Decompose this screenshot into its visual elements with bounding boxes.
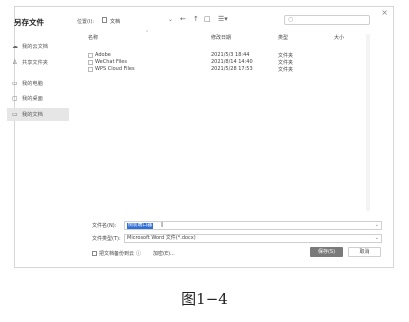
location-select[interactable]: 文档 <box>110 18 120 25</box>
file-name: WeChat Files <box>95 59 127 65</box>
file-date: 2021/8/14 14:40 <box>211 59 253 65</box>
desktop-icon: ▢ <box>12 94 18 102</box>
chevron-down-icon[interactable]: ⌄ <box>375 235 379 242</box>
file-name: WPS Cloud Files <box>95 66 135 72</box>
folder-icon: ▭ <box>12 110 18 118</box>
cloud-icon: ☁ <box>12 42 18 50</box>
filetype-label: 文件类型(T): <box>92 236 121 242</box>
cancel-button[interactable]: 取消 <box>348 247 381 257</box>
sidebar-item-label: 我的桌面 <box>22 96 43 102</box>
filename-value: 倒装端口器 <box>127 223 153 229</box>
back-icon[interactable]: ← <box>180 15 186 23</box>
filetype-value: Microsoft Word 文件(*.docx) <box>127 235 196 241</box>
checkbox-label: 把文档备份到云 <box>99 251 135 257</box>
folder-icon <box>88 67 93 72</box>
figure-caption: 图1−4 <box>181 290 228 308</box>
chevron-down-icon[interactable]: ⌄ <box>168 16 173 23</box>
dialog-title: 另存文件 <box>14 18 44 27</box>
close-icon[interactable]: × <box>381 9 388 17</box>
chevron-down-icon[interactable]: ⌄ <box>375 222 379 228</box>
sidebar-item-label: 我的文档 <box>22 112 43 118</box>
filename-label: 文件名(N): <box>92 223 117 229</box>
computer-icon: ▭ <box>12 79 18 87</box>
column-header-date[interactable]: 修改日期 <box>211 34 231 41</box>
sidebar-item-my-computer[interactable]: ▭ 我的电脑 <box>7 77 69 90</box>
search-icon: ○ <box>288 16 294 23</box>
location-label: 位置(I): <box>77 19 95 25</box>
sidebar-item-label: 我的云文档 <box>22 44 48 50</box>
filetype-select[interactable]: Microsoft Word 文件(*.docx) ⌄ <box>124 234 382 243</box>
file-date: 2021/5/3 18:44 <box>211 52 250 58</box>
view-menu-icon[interactable]: ☰▾ <box>218 15 228 23</box>
backup-to-cloud-checkbox[interactable]: 把文档备份到云 ⓘ <box>92 250 141 257</box>
file-type: 文件夹 <box>278 53 294 59</box>
sidebar-item-label: 我的电脑 <box>22 81 43 87</box>
file-type: 文件夹 <box>278 67 294 73</box>
column-header-size[interactable]: 大小 <box>334 34 344 41</box>
file-row[interactable]: Adobe 2021/5/3 18:44 文件夹 <box>0 52 409 59</box>
document-icon <box>102 17 107 23</box>
save-button[interactable]: 保存(S) <box>310 247 343 257</box>
file-row[interactable]: WPS Cloud Files 2021/5/28 17:53 文件夹 <box>0 66 409 73</box>
file-row[interactable]: WeChat Files 2021/8/14 14:40 文件夹 <box>0 59 409 66</box>
vertical-scrollbar[interactable] <box>366 34 370 211</box>
search-input[interactable]: ○ <box>284 15 370 25</box>
encrypt-link[interactable]: 加密(E)... <box>153 250 175 257</box>
sort-caret-icon: ⌃ <box>145 30 150 36</box>
column-header-name[interactable]: 名称 <box>88 34 98 41</box>
filename-input[interactable]: 倒装端口器 Ⅰ ⌄ <box>124 221 382 230</box>
up-icon[interactable]: ↑ <box>193 15 199 23</box>
folder-icon <box>88 53 93 58</box>
file-type: 文件夹 <box>278 60 294 66</box>
folder-icon <box>88 60 93 65</box>
new-folder-icon[interactable]: □ <box>204 15 211 23</box>
info-icon[interactable]: ⓘ <box>136 250 141 257</box>
file-date: 2021/5/28 17:53 <box>211 66 253 72</box>
file-name: Adobe <box>95 52 111 58</box>
checkbox-box[interactable] <box>92 251 97 256</box>
column-header-type[interactable]: 类型 <box>278 34 288 41</box>
text-cursor-icon: Ⅰ <box>161 221 164 229</box>
sidebar-item-desktop[interactable]: ▢ 我的桌面 <box>7 92 69 105</box>
sidebar-item-my-documents[interactable]: ▭ 我的文档 <box>7 108 69 121</box>
